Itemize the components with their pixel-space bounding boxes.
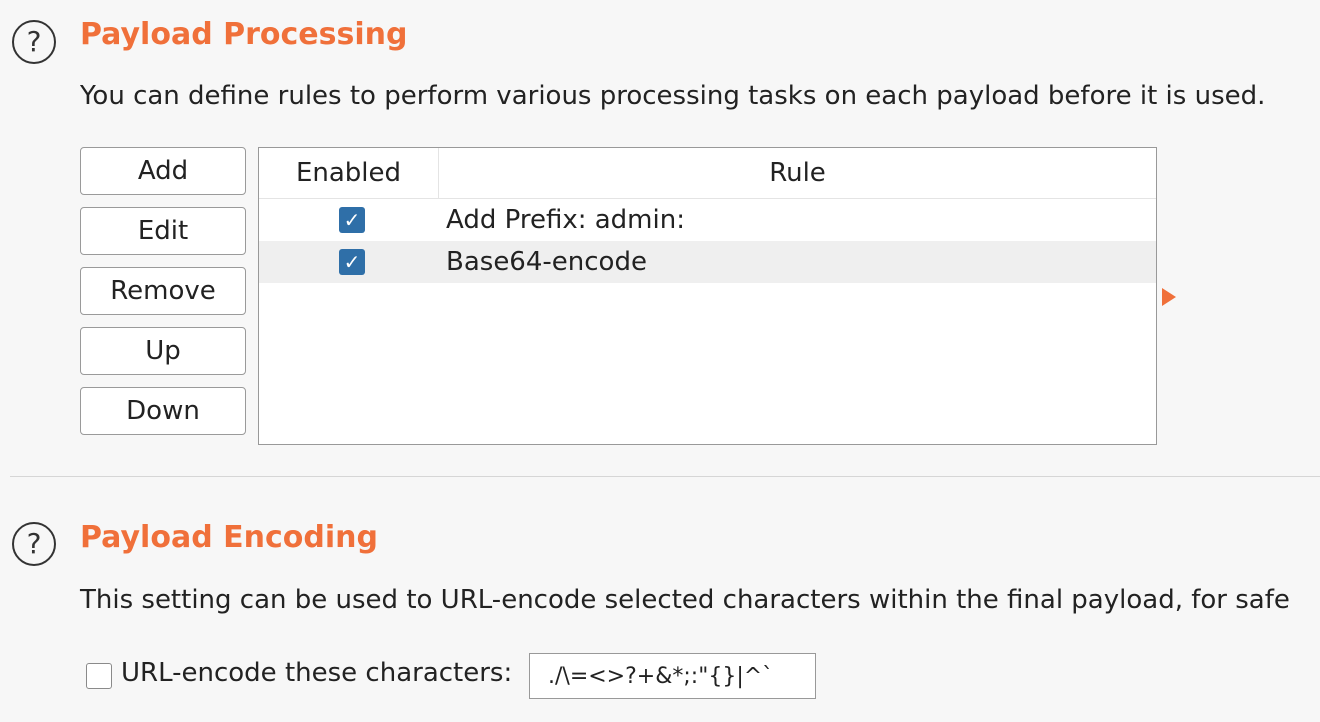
- help-icon[interactable]: ?: [12, 20, 56, 64]
- url-encode-characters-input[interactable]: [529, 653, 816, 699]
- enabled-checkbox[interactable]: ✓: [339, 249, 365, 275]
- checkmark-icon: ✓: [343, 208, 361, 232]
- column-header-rule[interactable]: Rule: [439, 148, 1156, 198]
- processing-rules-table[interactable]: Enabled Rule ✓ Add Prefix: admin: ✓ Base…: [258, 147, 1157, 445]
- edit-button[interactable]: Edit: [80, 207, 246, 255]
- table-row[interactable]: ✓ Add Prefix: admin:: [259, 199, 1156, 241]
- add-button[interactable]: Add: [80, 147, 246, 195]
- table-header: Enabled Rule: [259, 148, 1156, 199]
- column-header-enabled[interactable]: Enabled: [259, 148, 439, 198]
- enabled-checkbox[interactable]: ✓: [339, 207, 365, 233]
- section-description-encoding: This setting can be used to URL-encode s…: [80, 585, 1290, 615]
- rule-cell: Add Prefix: admin:: [446, 205, 685, 235]
- help-icon[interactable]: ?: [12, 522, 56, 566]
- section-divider: [10, 476, 1320, 477]
- down-button[interactable]: Down: [80, 387, 246, 435]
- url-encode-label: URL-encode these characters:: [121, 658, 513, 688]
- table-row[interactable]: ✓ Base64-encode: [259, 241, 1156, 283]
- up-button[interactable]: Up: [80, 327, 246, 375]
- url-encode-checkbox[interactable]: [86, 663, 112, 689]
- triangle-right-icon[interactable]: [1162, 288, 1176, 306]
- intruder-payload-settings: ? Payload Processing You can define rule…: [0, 0, 1320, 722]
- remove-button[interactable]: Remove: [80, 267, 246, 315]
- rule-cell: Base64-encode: [446, 247, 647, 277]
- section-description-processing: You can define rules to perform various …: [80, 81, 1266, 111]
- section-title-payload-encoding: Payload Encoding: [80, 520, 378, 555]
- section-title-payload-processing: Payload Processing: [80, 17, 408, 52]
- checkmark-icon: ✓: [343, 250, 361, 274]
